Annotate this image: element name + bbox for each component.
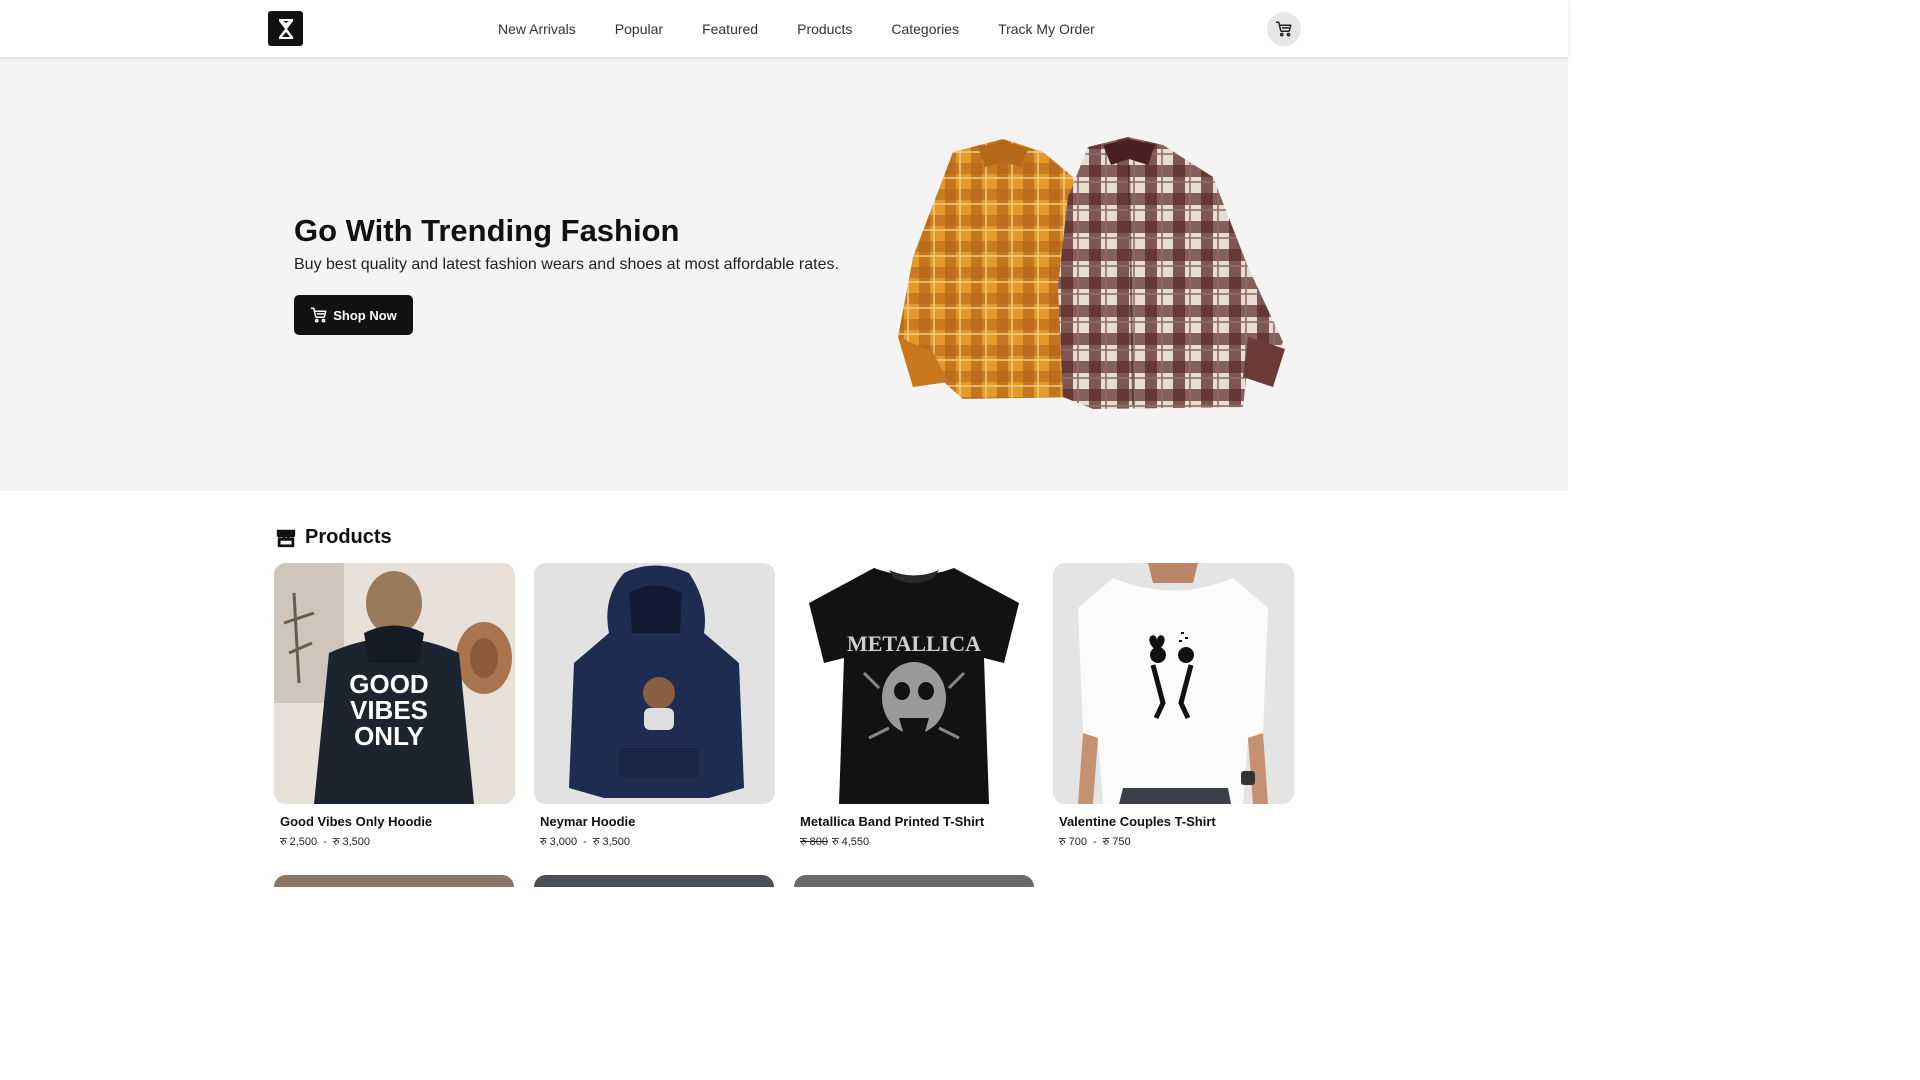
product-name[interactable]: Metallica Band Printed T-Shirt xyxy=(794,814,1035,829)
price-from: रु 700 xyxy=(1059,836,1087,848)
shop-now-button[interactable]: Shop Now xyxy=(294,295,413,335)
price-separator: - xyxy=(1093,836,1097,848)
product-price: रु 700- रु 750 xyxy=(1053,834,1294,849)
product-image[interactable]: METALLICA xyxy=(794,563,1035,804)
products-section-header: Products xyxy=(275,526,392,549)
plaid-shirts-image xyxy=(898,137,1285,409)
product-name[interactable]: Neymar Hoodie xyxy=(534,814,775,829)
nav-popular[interactable]: Popular xyxy=(615,21,663,37)
price-separator: - xyxy=(323,836,327,848)
current-price: रु 4,550 xyxy=(832,836,870,848)
product-card[interactable]: Valentine Couples T-Shirt रु 700- रु 750 xyxy=(1053,563,1294,849)
product-price: रु 3,000- रु 3,500 xyxy=(534,834,775,849)
nav-products[interactable]: Products xyxy=(797,21,852,37)
product-price: रु 800 रु 4,550 xyxy=(794,834,1035,849)
cart-icon xyxy=(310,307,327,323)
hero-title: Go With Trending Fashion xyxy=(294,213,680,248)
price-from: रु 2,500 xyxy=(280,836,318,848)
nav-featured[interactable]: Featured xyxy=(702,21,758,37)
product-image[interactable] xyxy=(534,563,775,804)
product-price: रु 2,500- रु 3,500 xyxy=(274,834,515,849)
product-card-partial[interactable] xyxy=(274,875,514,887)
section-title: Products xyxy=(305,526,392,548)
product-card[interactable]: Neymar Hoodie रु 3,000- रु 3,500 xyxy=(534,563,775,849)
nav-new-arrivals[interactable]: New Arrivals xyxy=(498,21,576,37)
product-card-partial[interactable] xyxy=(534,875,774,887)
cart-icon xyxy=(1275,21,1292,37)
main-nav: New Arrivals Popular Featured Products C… xyxy=(498,0,1134,57)
price-to: रु 3,500 xyxy=(592,836,631,848)
store-icon xyxy=(276,529,296,547)
site-header: New Arrivals Popular Featured Products C… xyxy=(0,0,1568,57)
product-name[interactable]: Good Vibes Only Hoodie xyxy=(274,814,515,829)
product-image[interactable] xyxy=(1053,563,1294,804)
hero-banner: Go With Trending Fashion Buy best qualit… xyxy=(0,57,1568,491)
product-card[interactable]: METALLICA Metallica Band Printed T-Shirt… xyxy=(794,563,1035,849)
old-price: रु 800 xyxy=(800,836,828,848)
shop-now-label: Shop Now xyxy=(333,307,397,323)
price-to: रु 750 xyxy=(1102,836,1131,848)
price-from: रु 3,000 xyxy=(540,836,578,848)
product-name[interactable]: Valentine Couples T-Shirt xyxy=(1053,814,1294,829)
hoodie-print-line: ONLY xyxy=(354,721,424,751)
nav-categories[interactable]: Categories xyxy=(891,21,959,37)
product-image[interactable]: GOOD VIBES ONLY xyxy=(274,563,515,804)
price-to: रु 3,500 xyxy=(332,836,371,848)
cart-button[interactable] xyxy=(1267,12,1301,46)
tshirt-print-text: METALLICA xyxy=(847,631,981,656)
price-separator: - xyxy=(583,836,587,848)
product-card[interactable]: GOOD VIBES ONLY Good Vibes Only Hoodie र… xyxy=(274,563,515,849)
hourglass-logo-icon[interactable] xyxy=(268,11,303,46)
hero-subtitle: Buy best quality and latest fashion wear… xyxy=(294,256,839,273)
product-card-partial[interactable] xyxy=(794,875,1034,887)
nav-track-my-order[interactable]: Track My Order xyxy=(998,21,1095,37)
